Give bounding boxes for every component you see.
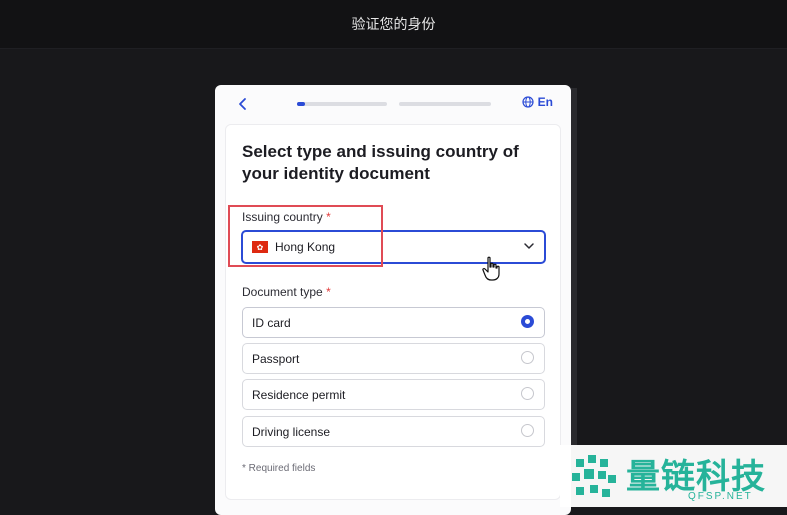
progress-step-1-fill bbox=[297, 102, 306, 106]
globe-icon bbox=[522, 96, 534, 108]
document-option-driving-license[interactable]: Driving license bbox=[242, 416, 545, 447]
hand-pointer-cursor-icon bbox=[482, 256, 500, 281]
radio-button[interactable] bbox=[521, 387, 534, 400]
issuing-country-value: Hong Kong bbox=[275, 240, 336, 254]
panel-shadow bbox=[571, 88, 577, 448]
document-form-card: Select type and issuing country of your … bbox=[225, 124, 561, 500]
document-option-label: ID card bbox=[252, 315, 291, 330]
language-switcher[interactable]: En bbox=[522, 95, 553, 109]
form-title: Select type and issuing country of your … bbox=[242, 142, 519, 183]
document-option-label: Driving license bbox=[252, 424, 331, 439]
watermark-url: QFSP.NET bbox=[688, 491, 753, 502]
document-option-passport[interactable]: Passport bbox=[242, 343, 545, 374]
hong-kong-flag-icon: ✿ bbox=[252, 241, 268, 253]
watermark: 量链科技 QFSP.NET bbox=[560, 445, 787, 507]
required-mark: * bbox=[326, 210, 331, 224]
page-title: 验证您的身份 bbox=[351, 17, 436, 33]
chevron-left-icon[interactable] bbox=[235, 96, 251, 112]
radio-button[interactable] bbox=[521, 424, 534, 437]
issuing-country-label: Issuing country * bbox=[242, 210, 331, 224]
top-bar: 验证您的身份 bbox=[0, 0, 787, 49]
required-mark: * bbox=[326, 285, 331, 299]
required-fields-note: * Required fields bbox=[242, 463, 316, 474]
progress-step-1 bbox=[297, 102, 387, 106]
progress-step-2 bbox=[399, 102, 491, 106]
radio-button-selected[interactable] bbox=[521, 315, 534, 328]
document-option-label: Passport bbox=[252, 351, 300, 366]
document-option-id-card[interactable]: ID card bbox=[242, 307, 545, 338]
verification-panel: En Select type and issuing country of yo… bbox=[215, 85, 571, 515]
language-label: En bbox=[537, 95, 553, 109]
panel-nav: En bbox=[215, 85, 571, 123]
document-type-label: Document type * bbox=[242, 285, 331, 299]
radio-button[interactable] bbox=[521, 351, 534, 364]
document-option-residence-permit[interactable]: Residence permit bbox=[242, 379, 545, 410]
document-option-label: Residence permit bbox=[252, 387, 346, 402]
qfsp-logo-icon bbox=[572, 455, 616, 497]
chevron-down-icon bbox=[524, 243, 534, 249]
